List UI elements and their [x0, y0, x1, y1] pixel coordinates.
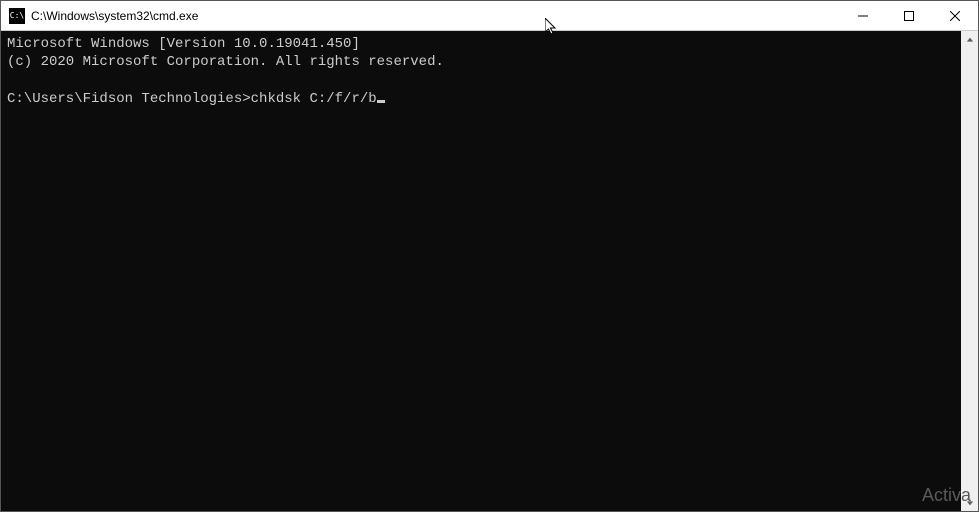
terminal-line: Microsoft Windows [Version 10.0.19041.45…	[7, 36, 360, 52]
cmd-window: C:\ C:\Windows\system32\cmd.exe Microsof…	[0, 0, 979, 512]
titlebar[interactable]: C:\ C:\Windows\system32\cmd.exe	[1, 1, 978, 31]
maximize-button[interactable]	[886, 1, 932, 30]
close-button[interactable]	[932, 1, 978, 30]
terminal-command: chkdsk C:/f/r/b	[251, 91, 377, 107]
scroll-up-button[interactable]	[961, 31, 978, 48]
text-cursor	[377, 100, 385, 103]
vertical-scrollbar[interactable]	[961, 31, 978, 511]
terminal-area: Microsoft Windows [Version 10.0.19041.45…	[1, 31, 978, 511]
close-icon	[950, 11, 960, 21]
minimize-button[interactable]	[840, 1, 886, 30]
terminal-content[interactable]: Microsoft Windows [Version 10.0.19041.45…	[1, 31, 961, 511]
maximize-icon	[904, 11, 914, 21]
scroll-track[interactable]	[961, 48, 978, 494]
cmd-icon: C:\	[9, 8, 25, 24]
terminal-line: (c) 2020 Microsoft Corporation. All righ…	[7, 54, 444, 70]
arrow-down-icon	[966, 499, 974, 507]
arrow-up-icon	[966, 36, 974, 44]
scroll-down-button[interactable]	[961, 494, 978, 511]
terminal-prompt: C:\Users\Fidson Technologies>	[7, 91, 251, 107]
minimize-icon	[858, 11, 868, 21]
window-title: C:\Windows\system32\cmd.exe	[31, 9, 840, 23]
window-controls	[840, 1, 978, 30]
